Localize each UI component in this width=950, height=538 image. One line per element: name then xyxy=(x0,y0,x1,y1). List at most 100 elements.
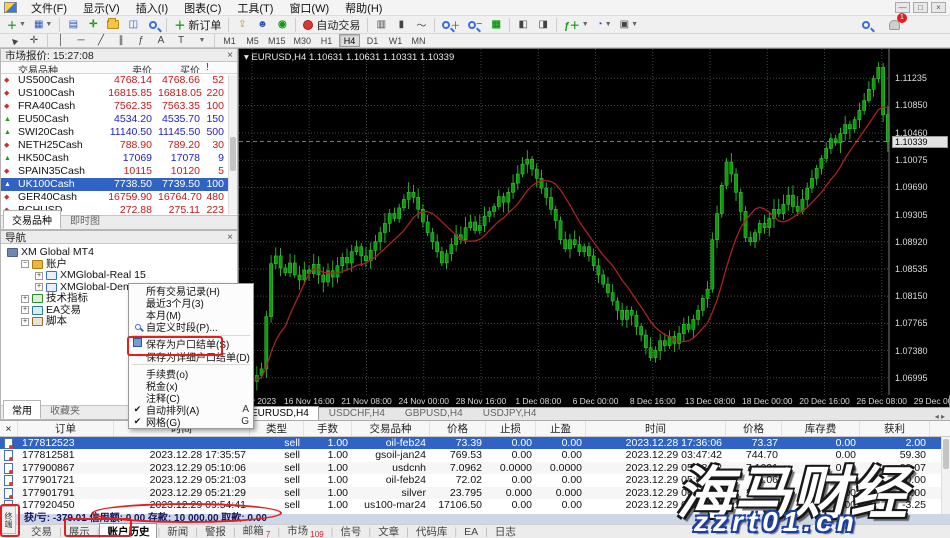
history-close-icon[interactable]: × xyxy=(0,421,18,436)
market-watch-row[interactable]: ◆NETH25Cash788.90789.2030 xyxy=(1,139,237,152)
tile-windows-button[interactable]: ▦ xyxy=(487,17,505,33)
chart-tab-USDCHFH4[interactable]: USDCHF,H4 xyxy=(319,406,395,421)
line-chart-button[interactable]: 〜 xyxy=(412,17,430,33)
menu-item-C[interactable]: 图表(C) xyxy=(176,2,229,16)
metaeditor-button[interactable]: ⇪ xyxy=(233,17,251,33)
market-watch-tab-即时图[interactable]: 即时图 xyxy=(61,210,109,229)
expand-icon[interactable]: + xyxy=(35,272,43,280)
terminal-tab-账户历史[interactable]: 账户历史 xyxy=(99,523,157,538)
timeframe-H1[interactable]: H1 xyxy=(316,34,337,47)
expand-icon[interactable]: + xyxy=(21,306,29,314)
data-window-toggle[interactable]: ✛ xyxy=(84,17,102,33)
timeframe-M30[interactable]: M30 xyxy=(291,34,315,47)
menu-item-F[interactable]: 文件(F) xyxy=(23,2,75,16)
market-watch-row[interactable]: ◆US500Cash4768.144768.6652 xyxy=(1,74,237,87)
search-button[interactable] xyxy=(857,17,875,33)
terminal-tab-邮箱[interactable]: 邮箱 7 xyxy=(236,523,278,538)
history-column-header[interactable]: 类型 xyxy=(250,421,304,436)
history-column-header[interactable]: 价格 xyxy=(430,421,486,436)
market-watch-row[interactable]: ◆FRA40Cash7562.357563.35100 xyxy=(1,100,237,113)
terminal-tab-文章[interactable]: 文章 xyxy=(371,524,406,538)
market-watch-row[interactable]: ▲UK100Cash7738.507739.50100 xyxy=(1,178,237,191)
history-column-header[interactable]: 手数 xyxy=(304,421,352,436)
candlestick-button[interactable]: ▮ xyxy=(392,17,410,33)
arrange-h-button[interactable]: ◧ xyxy=(514,17,532,33)
market-watch-row[interactable]: ▲EU50Cash4534.204535.70150 xyxy=(1,113,237,126)
history-column-header[interactable]: 时间 xyxy=(586,421,726,436)
zoom-out-button[interactable]: − xyxy=(465,17,485,33)
market-watch-row[interactable]: ▲SWI20Cash11140.5011145.50500 xyxy=(1,126,237,139)
terminal-tab-EA[interactable]: EA xyxy=(457,526,485,538)
text-tool[interactable]: A xyxy=(152,33,170,49)
market-watch-tab-交易品种[interactable]: 交易品种 xyxy=(3,210,61,229)
profiles-button[interactable]: ▦▼ xyxy=(31,17,55,33)
timeframe-D1[interactable]: D1 xyxy=(362,34,383,47)
notifications-button[interactable]: 1 xyxy=(885,17,903,33)
periods-button[interactable]: ◔▼ xyxy=(594,17,615,33)
market-watch-row[interactable]: ◆GER40Cash16759.9016764.70480 xyxy=(1,191,237,204)
mw-column-header[interactable]: ! xyxy=(203,62,227,73)
menu-item-V[interactable]: 显示(V) xyxy=(75,2,128,16)
website-button[interactable]: ◉ xyxy=(273,17,291,33)
expand-icon[interactable]: + xyxy=(21,295,29,303)
context-menu-item[interactable]: 保存为详细户口结单(D) xyxy=(129,350,253,362)
navigator-tab-常用[interactable]: 常用 xyxy=(3,400,41,419)
terminal-toggle[interactable]: ◫ xyxy=(124,17,142,33)
label-tool[interactable]: T xyxy=(172,33,190,49)
channel-tool[interactable]: ∥ xyxy=(112,33,130,49)
terminal-tab-展示[interactable]: 展示 xyxy=(62,524,97,538)
shapes-tool[interactable]: ▼ xyxy=(192,33,210,49)
strategy-tester-toggle[interactable] xyxy=(144,17,162,33)
terminal-side-tab[interactable]: 终端 xyxy=(1,506,16,534)
nav-node[interactable]: XM Global MT4 xyxy=(3,247,235,259)
history-column-header[interactable]: 库存费 xyxy=(782,421,860,436)
market-watch-row[interactable]: ◆SPAIN35Cash10115101205 xyxy=(1,165,237,178)
navigator-tab-收藏夹[interactable]: 收藏夹 xyxy=(41,400,89,419)
navigator-close-icon[interactable]: × xyxy=(227,232,233,243)
vertical-line-tool[interactable]: │ xyxy=(52,33,70,49)
close-button[interactable]: × xyxy=(931,2,946,13)
market-watch-scrollbar[interactable] xyxy=(228,75,237,214)
history-column-header[interactable]: 止损 xyxy=(486,421,536,436)
market-watch-row[interactable]: ▲HK50Cash17069170789 xyxy=(1,152,237,165)
templates-button[interactable]: ▣▼ xyxy=(617,17,641,33)
restore-button[interactable]: □ xyxy=(913,2,928,13)
zoom-in-button[interactable]: ＋ xyxy=(439,17,463,33)
history-column-header[interactable]: 止盈 xyxy=(536,421,586,436)
terminal-tab-警报[interactable]: 警报 xyxy=(198,524,233,538)
chart-tab-USDJPYH4[interactable]: USDJPY,H4 xyxy=(473,406,547,421)
expand-icon[interactable]: − xyxy=(21,260,29,268)
terminal-tab-代码库[interactable]: 代码库 xyxy=(409,524,455,538)
timeframe-M15[interactable]: M15 xyxy=(265,34,289,47)
terminal-tab-日志[interactable]: 日志 xyxy=(488,524,523,538)
history-scrollbar[interactable] xyxy=(941,437,950,515)
horizontal-line-tool[interactable]: ─ xyxy=(72,33,90,49)
menu-item-T[interactable]: 工具(T) xyxy=(229,2,281,16)
bar-chart-button[interactable]: ▥ xyxy=(372,17,390,33)
history-column-header[interactable]: 获利 xyxy=(860,421,930,436)
context-menu-item[interactable]: ✔网格(G)G xyxy=(129,416,253,428)
market-watch-close-icon[interactable]: × xyxy=(227,50,233,61)
mw-column-header[interactable]: 交易品种 xyxy=(15,62,101,73)
history-column-header[interactable]: 订单 xyxy=(18,421,114,436)
terminal-tab-新闻[interactable]: 新闻 xyxy=(160,524,195,538)
market-watch-row[interactable]: ◆US100Cash16815.8516818.05220 xyxy=(1,87,237,100)
history-column-header[interactable]: 交易品种 xyxy=(352,421,430,436)
chart-tab-GBPUSDH4[interactable]: GBPUSD,H4 xyxy=(395,406,473,421)
arrange-v-button[interactable]: ◨ xyxy=(534,17,552,33)
new-order-button[interactable]: ＋新订单 xyxy=(171,17,224,33)
terminal-tab-交易[interactable]: 交易 xyxy=(24,524,59,538)
terminal-tab-市场[interactable]: 市场 109 xyxy=(280,523,331,538)
crosshair-tool[interactable]: ✛ xyxy=(25,33,43,49)
mw-column-header[interactable]: 卖价 xyxy=(101,62,155,73)
timeframe-M1[interactable]: M1 xyxy=(219,34,240,47)
indicators-button[interactable]: ƒ＋▼ xyxy=(561,17,592,33)
menu-item-I[interactable]: 插入(I) xyxy=(128,2,176,16)
expand-icon[interactable]: + xyxy=(35,283,43,291)
menu-item-H[interactable]: 帮助(H) xyxy=(337,2,390,16)
expand-icon[interactable]: + xyxy=(21,318,29,326)
menu-item-W[interactable]: 窗口(W) xyxy=(281,2,337,16)
nav-node[interactable]: +XMGlobal-Real 15 xyxy=(3,270,235,282)
terminal-tab-信号[interactable]: 信号 xyxy=(333,524,368,538)
autotrade-button[interactable]: 自动交易 xyxy=(300,17,363,33)
